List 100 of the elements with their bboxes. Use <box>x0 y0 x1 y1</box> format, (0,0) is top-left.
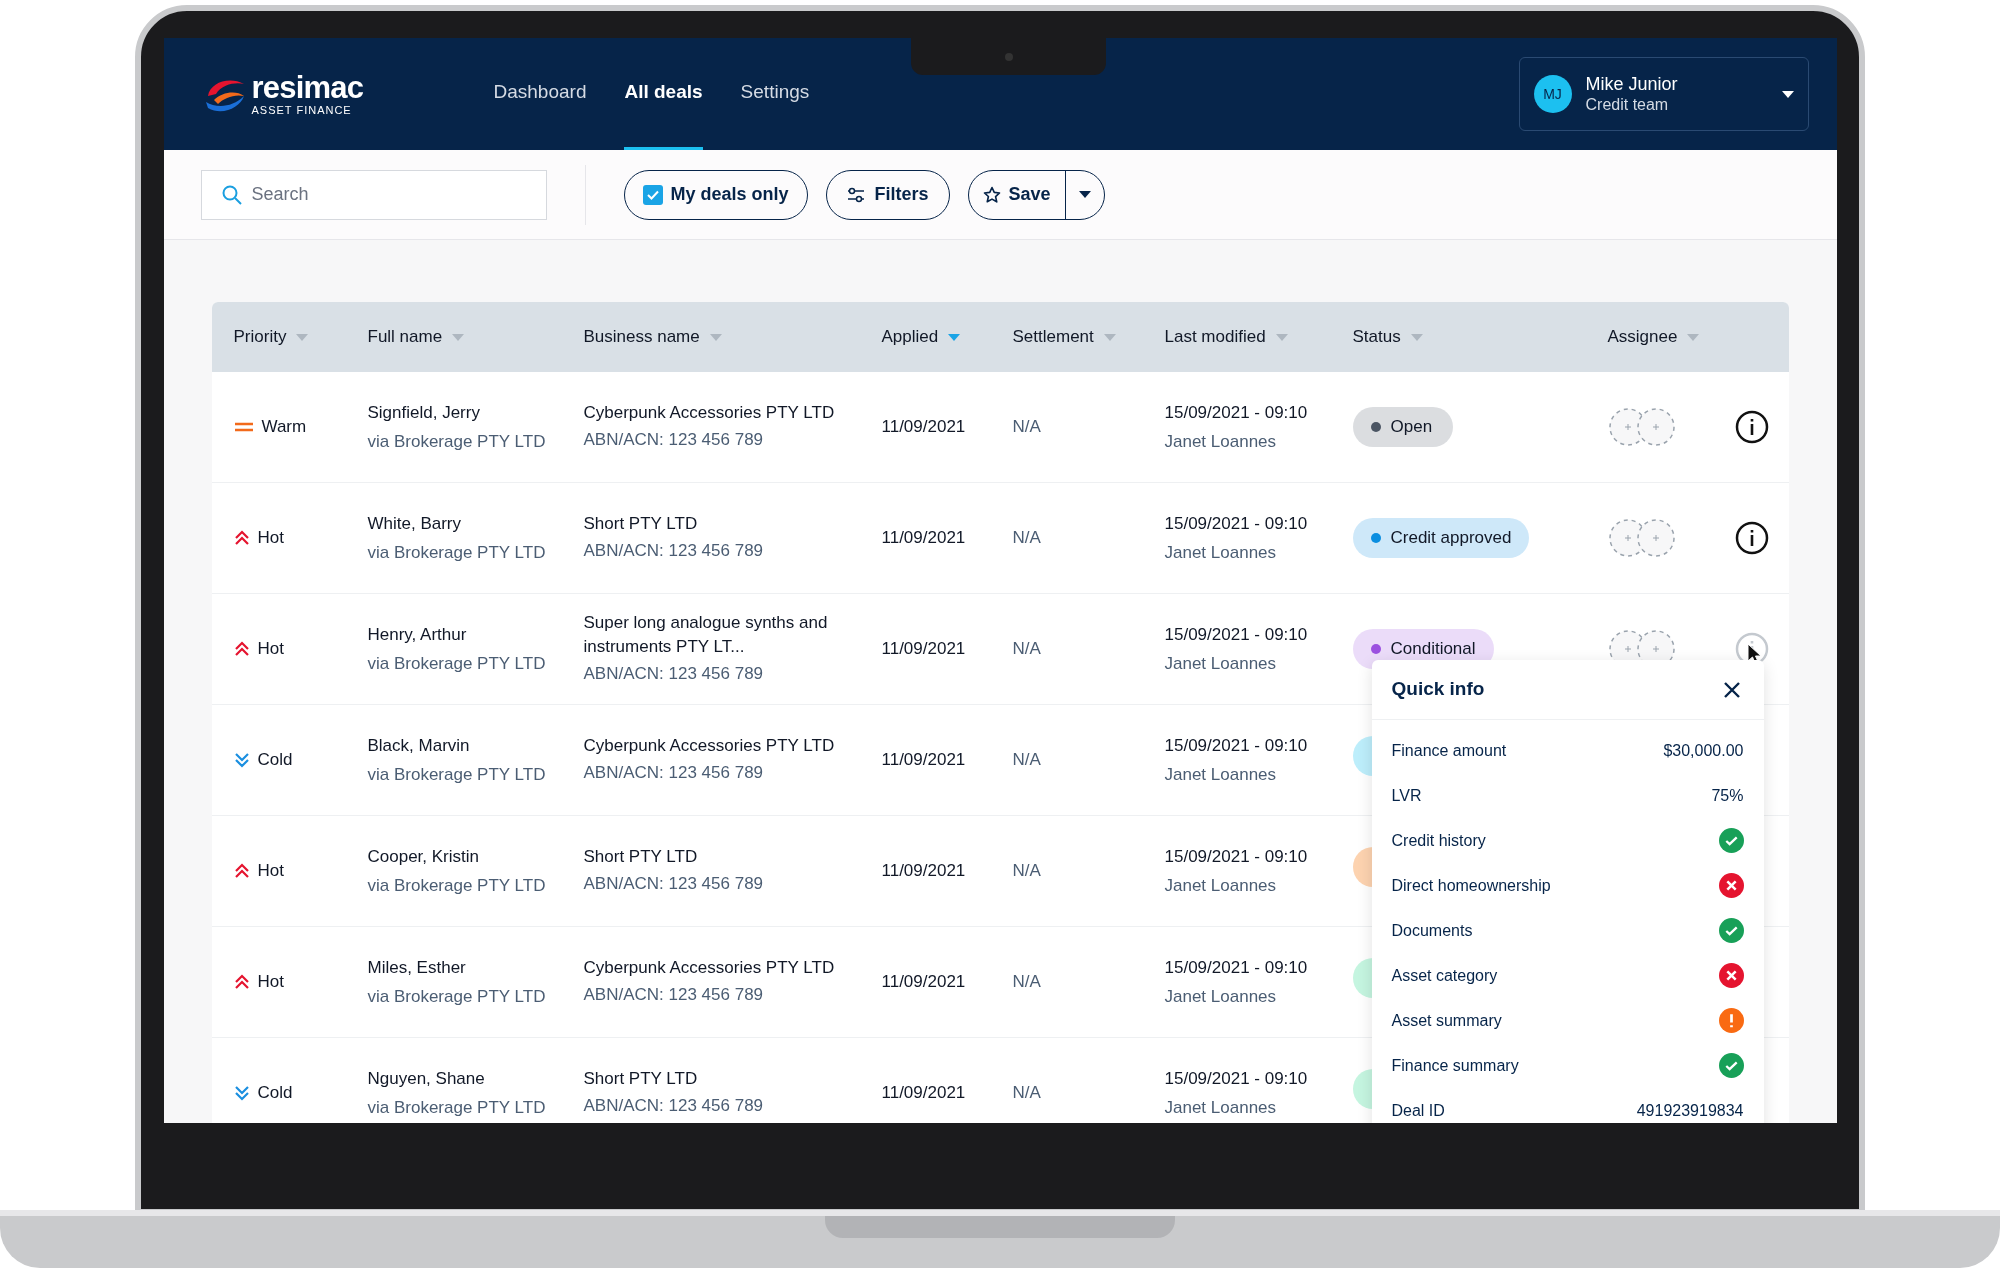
priority-label: Warm <box>261 416 307 439</box>
settlement-date: N/A <box>1012 416 1042 439</box>
business-name: Super long analogue synths and instruments PTY LT... <box>583 612 829 658</box>
applied-date: 11/09/2021 <box>881 1082 967 1105</box>
modified-date: 15/09/2021 - 09:10 <box>1164 402 1309 424</box>
camera-lens <box>1004 52 1013 61</box>
broker-name: via Brokerage PTY LTD <box>367 652 547 675</box>
modified-by: Janet Loannes <box>1164 1096 1278 1119</box>
applied-date: 11/09/2021 <box>881 749 967 772</box>
column-header[interactable]: Settlement <box>1012 324 1165 350</box>
full-name: Henry, Arthur <box>367 624 468 646</box>
abn-number: ABN/ACN: 123 456 789 <box>583 762 765 785</box>
checkbox[interactable] <box>642 184 663 205</box>
priority-label: Cold <box>257 1082 293 1105</box>
column-header[interactable]: Status <box>1352 324 1608 350</box>
close-icon <box>1722 680 1741 699</box>
full-name: Signfield, Jerry <box>367 402 481 424</box>
popup-title: Quick info <box>1391 677 1485 702</box>
priority-label: Hot <box>257 638 284 661</box>
applied-date: 11/09/2021 <box>881 971 967 994</box>
abn-number: ABN/ACN: 123 456 789 <box>583 429 765 452</box>
abn-number: ABN/ACN: 123 456 789 <box>583 984 765 1007</box>
modified-by: Janet Loannes <box>1164 985 1278 1008</box>
search-input[interactable]: Search <box>251 181 526 208</box>
nav-tab[interactable]: Settings <box>740 38 810 150</box>
full-name: Nguyen, Shane <box>367 1068 486 1090</box>
full-name: White, Barry <box>367 513 463 535</box>
user-role: Credit team <box>1585 95 1669 116</box>
modified-by: Janet Loannes <box>1164 430 1278 453</box>
brand-tagline: ASSET FINANCE <box>251 105 353 116</box>
settlement-date: N/A <box>1012 749 1042 772</box>
settlement-date: N/A <box>1012 527 1042 550</box>
applied-date: 11/09/2021 <box>881 860 967 883</box>
priority-label: Cold <box>257 749 293 772</box>
info-label: Asset summary <box>1391 1010 1502 1031</box>
modified-by: Janet Loannes <box>1164 874 1278 897</box>
abn-number: ABN/ACN: 123 456 789 <box>583 540 765 563</box>
info-label: Credit history <box>1391 830 1486 851</box>
business-name: Short PTY LTD <box>583 1068 699 1091</box>
full-name: Black, Marvin <box>367 735 471 757</box>
abn-number: ABN/ACN: 123 456 789 <box>583 663 765 686</box>
info-icon[interactable] <box>1734 521 1769 555</box>
business-name: Short PTY LTD <box>583 513 699 536</box>
info-value: 75% <box>1711 785 1744 806</box>
caret-icon <box>1078 191 1091 198</box>
info-label: LVR <box>1391 785 1422 806</box>
modified-by: Janet Loannes <box>1164 763 1278 786</box>
broker-name: via Brokerage PTY LTD <box>367 1096 547 1119</box>
modified-by: Janet Loannes <box>1164 652 1278 675</box>
column-header[interactable]: Assignee <box>1607 324 1728 350</box>
column-header[interactable]: Last modified <box>1164 324 1353 350</box>
modified-date: 15/09/2021 - 09:10 <box>1164 1068 1309 1090</box>
priority-label: Hot <box>257 971 284 994</box>
info-label: Direct homeownership <box>1391 875 1551 896</box>
modified-date: 15/09/2021 - 09:10 <box>1164 957 1309 979</box>
search-icon <box>221 184 242 205</box>
info-label: Finance summary <box>1391 1055 1519 1076</box>
info-label: Finance amount <box>1391 740 1507 761</box>
broker-name: via Brokerage PTY LTD <box>367 541 547 564</box>
info-value: $30,000.00 <box>1663 740 1744 761</box>
business-name: Short PTY LTD <box>583 846 699 869</box>
info-label: Deal ID <box>1391 1100 1445 1121</box>
broker-name: via Brokerage PTY LTD <box>367 874 547 897</box>
status-pill: Open <box>1352 407 1453 447</box>
priority-label: Hot <box>257 527 284 550</box>
abn-number: ABN/ACN: 123 456 789 <box>583 873 765 896</box>
column-header[interactable]: Business name <box>583 324 882 350</box>
abn-number: ABN/ACN: 123 456 789 <box>583 1095 765 1118</box>
modified-by: Janet Loannes <box>1164 541 1278 564</box>
applied-date: 11/09/2021 <box>881 416 967 439</box>
info-value: 491923919834 <box>1636 1100 1744 1121</box>
user-avatar: MJ <box>1533 75 1572 113</box>
settlement-date: N/A <box>1012 971 1042 994</box>
priority-label: Hot <box>257 860 284 883</box>
settlement-date: N/A <box>1012 860 1042 883</box>
modified-date: 15/09/2021 - 09:10 <box>1164 846 1309 868</box>
settlement-date: N/A <box>1012 1082 1042 1105</box>
broker-name: via Brokerage PTY LTD <box>367 985 547 1008</box>
modified-date: 15/09/2021 - 09:10 <box>1164 513 1309 535</box>
user-menu[interactable]: MJ Mike Junior Credit team <box>1518 57 1809 131</box>
broker-name: via Brokerage PTY LTD <box>367 763 547 786</box>
info-icon[interactable] <box>1734 410 1769 444</box>
info-label: Asset category <box>1391 965 1498 986</box>
full-name: Miles, Esther <box>367 957 467 979</box>
brand-name: resimac <box>251 72 364 103</box>
modified-date: 15/09/2021 - 09:10 <box>1164 735 1309 757</box>
applied-date: 11/09/2021 <box>881 638 967 661</box>
broker-name: via Brokerage PTY LTD <box>367 430 547 453</box>
column-header[interactable]: Full name <box>367 324 584 350</box>
search-field[interactable]: Search <box>200 169 547 220</box>
applied-date: 11/09/2021 <box>881 527 967 550</box>
column-header[interactable]: Priority <box>233 324 368 350</box>
info-label: Documents <box>1391 920 1473 941</box>
full-name: Cooper, Kristin <box>367 846 480 868</box>
dropdown-caret-icon <box>1781 90 1794 98</box>
column-header[interactable]: Applied <box>881 324 1013 350</box>
nav-tab[interactable]: Dashboard <box>493 38 587 150</box>
star-icon <box>982 185 1001 204</box>
sliders-icon <box>846 186 865 203</box>
settlement-date: N/A <box>1012 638 1042 661</box>
